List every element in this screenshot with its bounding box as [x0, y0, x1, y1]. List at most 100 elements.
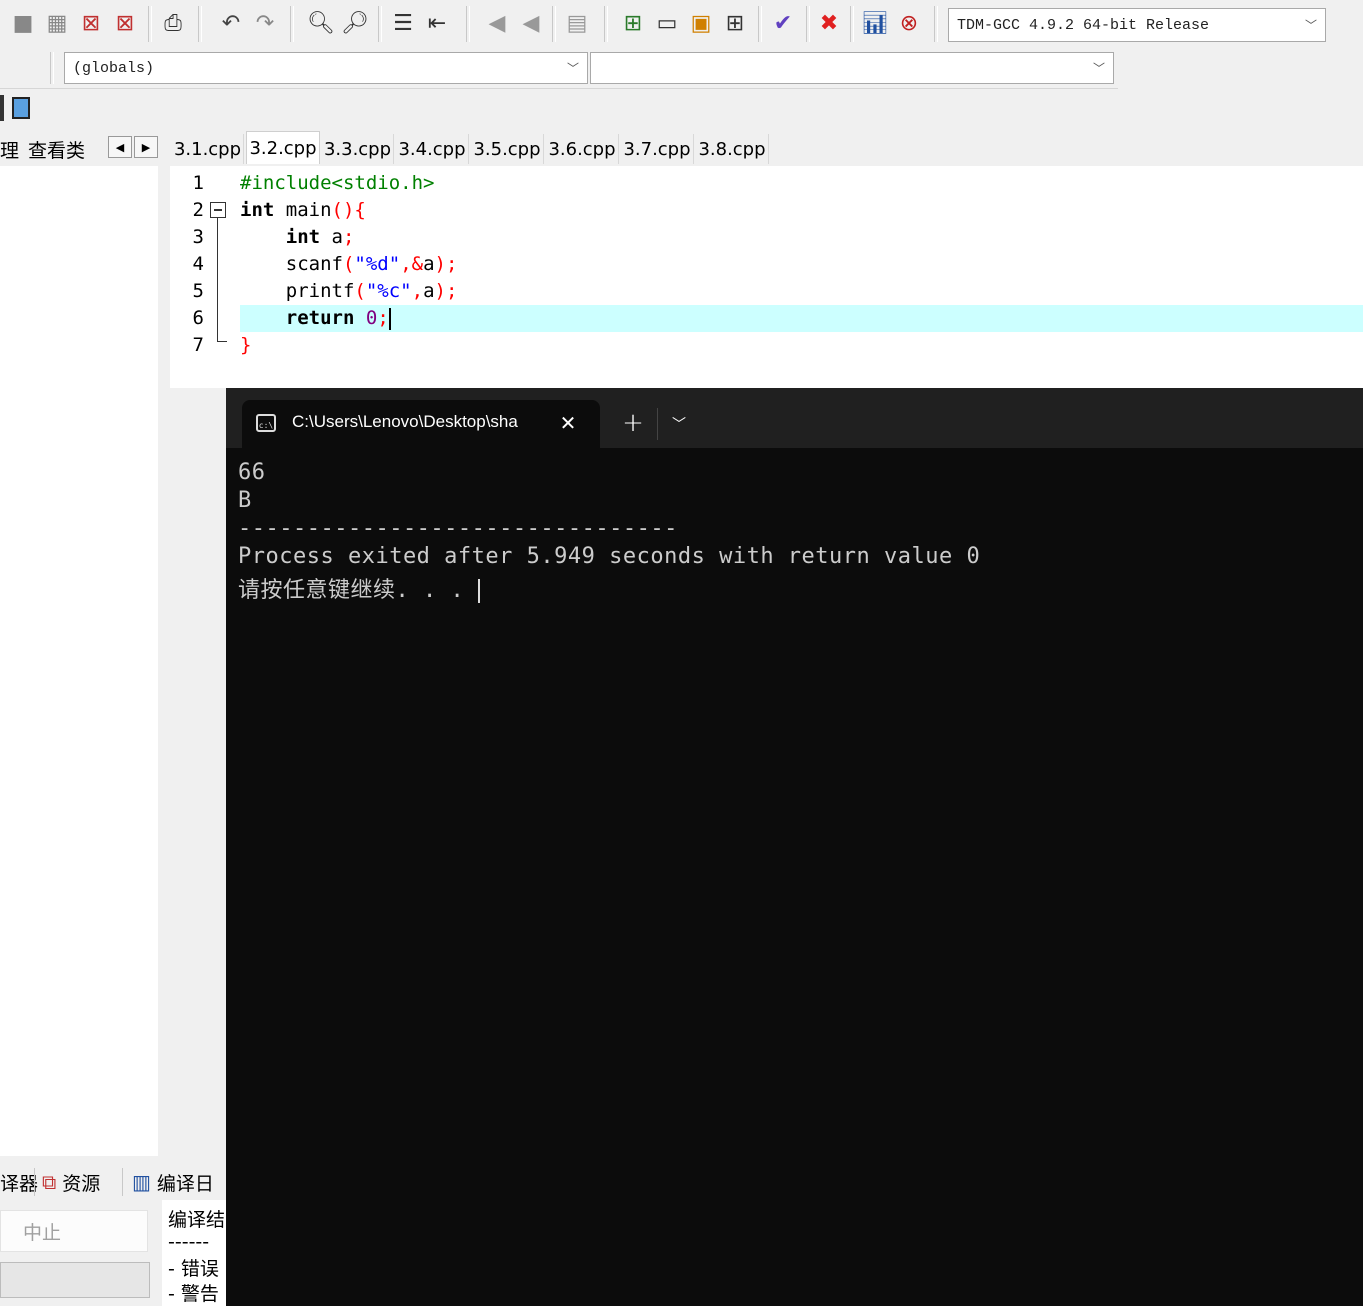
terminal-output-line: --------------------------------: [238, 516, 678, 541]
identifier-token: a: [423, 280, 435, 302]
triangle-right-icon: ▶: [141, 140, 151, 154]
close-file-icon[interactable]: ⊠: [76, 8, 106, 40]
terminal-output-line: Process exited after 5.949 seconds with …: [238, 544, 981, 569]
main-toolbar: ■ ▦ ⊠ ⊠ ⎙ ↶ ↷ 🔍︎ 🔎︎ ☰ ⇤ ◀ ◀ ▤ ⊞ ▭ ▣ ⊞ ✔ …: [0, 0, 1330, 48]
indent-icon[interactable]: ☰: [388, 8, 418, 40]
unindent-icon[interactable]: ⇤: [422, 8, 452, 40]
save-icon[interactable]: ■: [8, 8, 38, 40]
class-browser-toolbar: (globals) ﹀ ﹀: [0, 48, 1118, 89]
fold-collapse-icon[interactable]: [210, 202, 226, 218]
compile-icon[interactable]: ⊞: [618, 8, 648, 40]
chart-bars-icon: ▥: [132, 1170, 151, 1194]
tab-3-8-cpp[interactable]: 3.8.cpp: [696, 134, 769, 164]
symbol-token: }: [240, 334, 252, 356]
compiler-select[interactable]: TDM-GCC 4.9.2 64-bit Release ﹀: [948, 8, 1326, 42]
keyword-token: return: [285, 307, 355, 329]
undo-icon[interactable]: ↶: [216, 8, 246, 40]
tab-separator: [122, 1168, 125, 1196]
tab-3-5-cpp[interactable]: 3.5.cpp: [471, 134, 544, 164]
code-line-7: }: [240, 334, 251, 356]
symbol-token: (){: [331, 199, 366, 221]
compile-run-icon[interactable]: ▣: [686, 8, 716, 40]
print-icon[interactable]: ⎙: [158, 8, 188, 40]
tab-3-6-cpp[interactable]: 3.6.cpp: [546, 134, 619, 164]
tab-classes[interactable]: 查看类: [28, 134, 85, 164]
identifier-token: main: [274, 199, 332, 221]
save-all-icon[interactable]: ▦: [42, 8, 72, 40]
symbol-token: (: [342, 253, 355, 275]
file-tab-label: 3.2.cpp: [249, 137, 317, 159]
close-tab-icon[interactable]: ✕: [556, 410, 580, 436]
project-tree-panel[interactable]: [0, 166, 158, 1156]
file-tab-label: 3.4.cpp: [398, 138, 466, 160]
tab-3-7-cpp[interactable]: 3.7.cpp: [621, 134, 694, 164]
syntax-check-icon[interactable]: ✔: [768, 8, 798, 40]
tab-compiler-label: 译器: [0, 1172, 39, 1195]
symbol-token: ,&: [400, 253, 424, 275]
line-number: 4: [192, 253, 204, 275]
run-icon[interactable]: ▭: [652, 8, 682, 40]
tab-3-4-cpp[interactable]: 3.4.cpp: [396, 134, 469, 164]
scope-select[interactable]: (globals) ﹀: [64, 52, 588, 84]
file-tab-label: 3.6.cpp: [548, 138, 616, 160]
string-token: "%c": [365, 280, 412, 302]
rebuild-all-icon[interactable]: ⊞: [720, 8, 750, 40]
triangle-left-icon: ◀: [115, 140, 125, 154]
toolbar-separator: [850, 6, 854, 42]
editor-gutter-lower: [170, 388, 226, 1156]
bookmark-next-icon[interactable]: ◀: [516, 8, 546, 40]
toolbar-separator: [934, 6, 938, 42]
close-all-icon[interactable]: ⊠: [110, 8, 140, 40]
terminal-output-line: 66: [238, 460, 266, 485]
tab-compile-log[interactable]: ▥ 编译日: [132, 1166, 214, 1198]
code-line-3: int a;: [240, 226, 355, 248]
stop-execution-icon[interactable]: ✖: [814, 8, 844, 40]
tab-compiler[interactable]: 译器: [0, 1166, 38, 1198]
identifier-token: scanf: [285, 253, 343, 275]
tab-resources[interactable]: ⧉ 资源: [42, 1166, 100, 1198]
delete-profile-icon[interactable]: ⊗: [894, 8, 924, 40]
fold-line: [217, 218, 218, 342]
compile-log-line: - 错误: [168, 1258, 219, 1280]
redo-icon[interactable]: ↷: [250, 8, 280, 40]
line-number: 3: [192, 226, 204, 248]
current-line-highlight: [240, 305, 1363, 332]
tab-project[interactable]: 理: [0, 134, 19, 164]
identifier-token: printf: [285, 280, 355, 302]
compile-log-line: ------: [168, 1231, 210, 1253]
toolbar-separator: [378, 6, 382, 42]
chevron-down-icon: ﹀: [1304, 18, 1317, 33]
tab-3-3-cpp[interactable]: 3.3.cpp: [322, 134, 394, 164]
toolbar-separator: [806, 6, 810, 42]
file-tab-label: 3.1.cpp: [173, 138, 242, 160]
replace-icon[interactable]: 🔎︎: [340, 8, 370, 40]
minus-icon: [214, 209, 222, 211]
compile-progress-bar: [0, 1262, 150, 1298]
extra-toolbar: [0, 89, 48, 129]
bookmark-prev-icon[interactable]: ◀: [482, 8, 512, 40]
chevron-down-icon[interactable]: ﹀: [668, 410, 690, 438]
identifier-token: a: [423, 253, 435, 275]
file-tab-label: 3.3.cpp: [323, 138, 392, 160]
find-icon[interactable]: 🔍︎: [306, 8, 336, 40]
member-select[interactable]: ﹀: [590, 52, 1114, 84]
new-tab-icon[interactable]: +: [620, 408, 646, 438]
tab-scroll-right-button[interactable]: ▶: [134, 136, 158, 158]
code-line-4: scanf("%d",&a);: [240, 253, 458, 275]
panel-splitter[interactable]: [160, 166, 170, 1156]
code-line-6: return 0;: [240, 307, 391, 330]
tab-3-1-cpp[interactable]: 3.1.cpp: [172, 134, 244, 164]
stop-compile-button[interactable]: 中止: [0, 1210, 148, 1252]
line-number: 6: [192, 307, 204, 329]
file-tab-label: 3.5.cpp: [473, 138, 541, 160]
goto-line-icon[interactable]: ▤: [562, 8, 592, 40]
profile-icon[interactable]: 📊︎: [860, 8, 890, 40]
tab-3-2-cpp[interactable]: 3.2.cpp: [246, 131, 320, 164]
tab-scroll-left-button[interactable]: ◀: [108, 136, 132, 158]
window-icon[interactable]: [12, 97, 30, 119]
terminal-output-line: B: [238, 488, 252, 513]
tab-compile-log-label: 编译日: [156, 1172, 214, 1195]
file-tab-label: 3.8.cpp: [698, 138, 766, 160]
symbol-token: ,: [411, 280, 424, 302]
toolbar-separator: [148, 6, 152, 42]
